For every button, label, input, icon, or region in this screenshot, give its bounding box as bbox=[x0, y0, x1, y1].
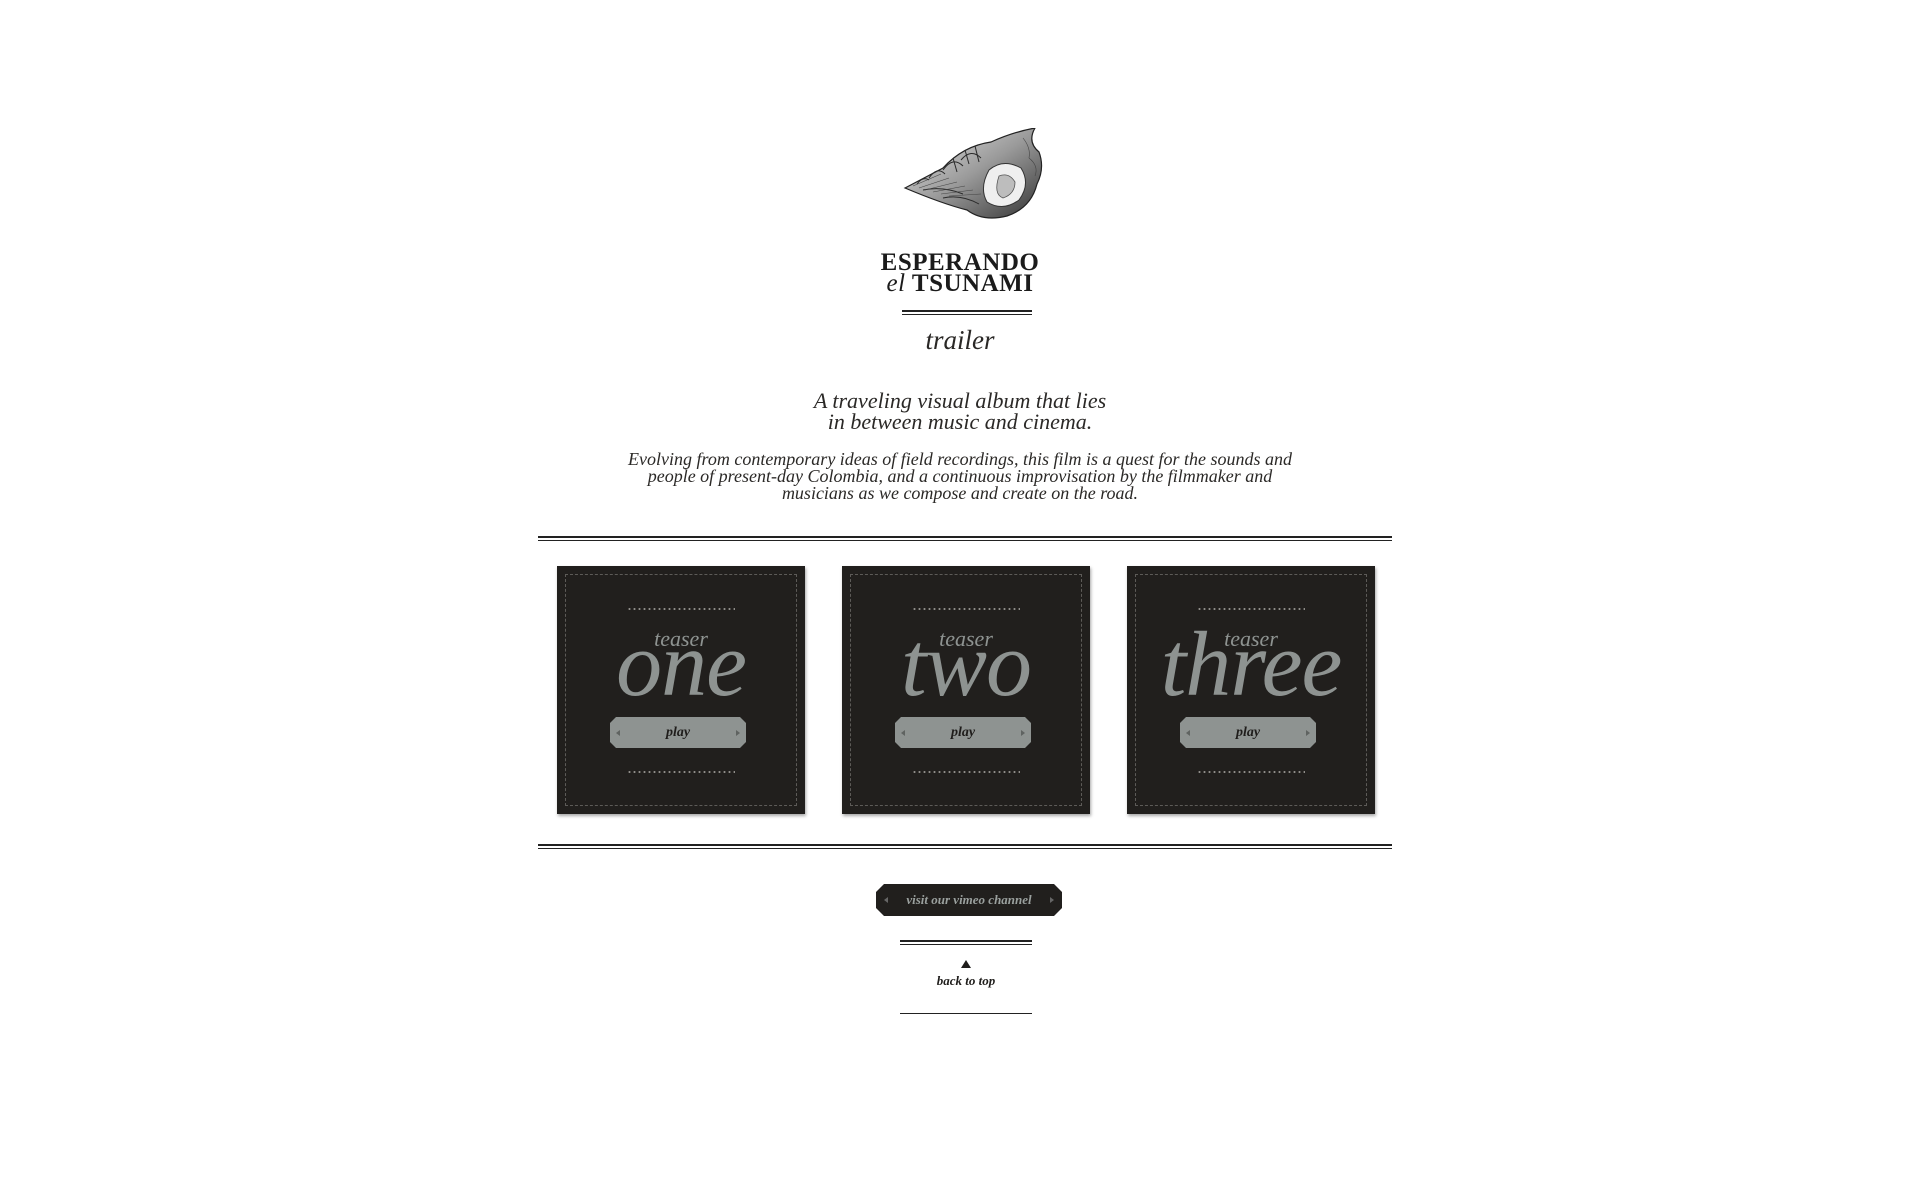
dotted-ornament bbox=[912, 608, 1020, 610]
section-heading: trailer bbox=[925, 325, 995, 355]
seashell-logo-icon bbox=[903, 128, 1043, 219]
play-button[interactable]: play bbox=[1180, 717, 1316, 748]
dotted-ornament bbox=[1197, 771, 1305, 773]
right-arrow-icon bbox=[1021, 730, 1025, 736]
teaser-label: teaser bbox=[939, 626, 993, 651]
teasers-bottom-divider bbox=[538, 844, 1392, 849]
tagline-line: in between music and cinema. bbox=[827, 409, 1093, 434]
vimeo-channel-button[interactable]: visit our vimeo channel bbox=[876, 884, 1062, 916]
teaser-label: teaser bbox=[654, 626, 708, 651]
teaser-card-three[interactable]: three teaser play bbox=[1127, 566, 1375, 814]
site-title-line2: el TSUNAMI bbox=[860, 270, 1060, 297]
teaser-label: teaser bbox=[1224, 626, 1278, 651]
description-line: musicians as we compose and create on th… bbox=[781, 483, 1139, 503]
page: ESPERANDO el TSUNAMI trailer A traveling… bbox=[0, 0, 1920, 1200]
dotted-ornament bbox=[912, 771, 1020, 773]
header-divider bbox=[902, 310, 1032, 315]
up-triangle-icon bbox=[961, 960, 971, 968]
tagline-line: A traveling visual album that lies bbox=[813, 388, 1107, 413]
footer-bottom-rule bbox=[900, 1013, 1032, 1014]
left-arrow-icon bbox=[884, 897, 888, 903]
dotted-ornament bbox=[627, 771, 735, 773]
footer-divider bbox=[900, 940, 1032, 945]
back-to-top-link[interactable]: back to top bbox=[900, 960, 1032, 1016]
tagline: A traveling visual album that lies in be… bbox=[760, 388, 1160, 434]
left-arrow-icon bbox=[1186, 730, 1190, 736]
play-label: play bbox=[950, 725, 976, 740]
play-label: play bbox=[665, 725, 691, 740]
vimeo-label: visit our vimeo channel bbox=[906, 892, 1032, 907]
right-arrow-icon bbox=[1050, 897, 1054, 903]
site-title-el: el bbox=[886, 270, 906, 297]
teaser-card-two[interactable]: two teaser play bbox=[842, 566, 1090, 814]
description: Evolving from contemporary ideas of fiel… bbox=[620, 450, 1300, 503]
back-to-top-label: back to top bbox=[936, 973, 996, 988]
play-label: play bbox=[1235, 725, 1261, 740]
right-arrow-icon bbox=[1306, 730, 1310, 736]
right-arrow-icon bbox=[736, 730, 740, 736]
dotted-ornament bbox=[627, 608, 735, 610]
teasers-top-divider bbox=[538, 536, 1392, 541]
play-button[interactable]: play bbox=[610, 717, 746, 748]
left-arrow-icon bbox=[616, 730, 620, 736]
site-title-tsunami: TSUNAMI bbox=[911, 270, 1034, 297]
teaser-card-one[interactable]: one teaser play bbox=[557, 566, 805, 814]
dotted-ornament bbox=[1197, 608, 1305, 610]
site-title: ESPERANDO el TSUNAMI bbox=[860, 250, 1060, 297]
left-arrow-icon bbox=[901, 730, 905, 736]
play-button[interactable]: play bbox=[895, 717, 1031, 748]
